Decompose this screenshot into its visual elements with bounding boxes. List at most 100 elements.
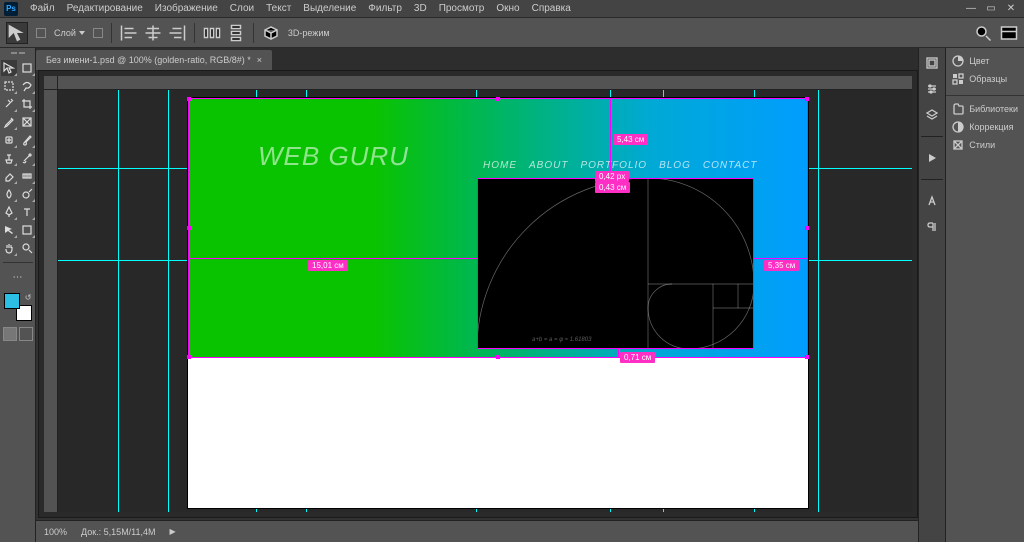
selection-handle[interactable]	[805, 355, 809, 359]
guide[interactable]	[818, 90, 819, 512]
lasso-tool[interactable]	[19, 78, 35, 94]
swap-colors-icon[interactable]: ↺	[25, 293, 32, 302]
transform-controls-checkbox[interactable]	[93, 28, 103, 38]
history-brush-tool[interactable]	[19, 150, 35, 166]
menu-filter[interactable]: Фильтр	[362, 1, 408, 16]
doc-info[interactable]: Док.: 5,15M/11,4M	[81, 527, 156, 537]
crop-tool[interactable]	[19, 96, 35, 112]
auto-select-checkbox[interactable]	[36, 28, 46, 38]
selection-handle[interactable]	[805, 97, 809, 101]
brush-tool[interactable]	[19, 132, 35, 148]
play-icon[interactable]	[923, 149, 941, 167]
distribute-controls	[203, 24, 245, 42]
clone-stamp-tool[interactable]	[1, 150, 17, 166]
gradient-tool[interactable]	[19, 168, 35, 184]
selection-handle[interactable]	[187, 226, 191, 230]
menu-file[interactable]: Файл	[24, 1, 61, 16]
nav-blog: BLOG	[659, 160, 691, 171]
selection-handle[interactable]	[187, 355, 191, 359]
guide[interactable]	[118, 90, 119, 512]
zoom-level[interactable]: 100%	[44, 527, 67, 537]
panel-adjustments[interactable]: Коррекция	[946, 118, 1024, 136]
frame-tool[interactable]	[19, 114, 35, 130]
site-logo-text: WEB GURU	[258, 141, 409, 172]
menu-window[interactable]: Окно	[490, 1, 525, 16]
text-tool[interactable]	[19, 204, 35, 220]
menu-layers[interactable]: Слои	[224, 1, 260, 16]
layers-panel-icon[interactable]	[923, 106, 941, 124]
panel-libraries[interactable]: Библиотеки	[946, 100, 1024, 118]
3d-mode-icon[interactable]	[262, 24, 280, 42]
nav-home: HOME	[483, 160, 517, 171]
distribute-v-icon[interactable]	[227, 24, 245, 42]
selection-handle[interactable]	[496, 97, 500, 101]
document-tab[interactable]: Без имени-1.psd @ 100% (golden-ratio, RG…	[36, 50, 272, 70]
selection-handle[interactable]	[187, 97, 191, 101]
hand-tool[interactable]	[1, 240, 17, 256]
blur-tool[interactable]	[1, 186, 17, 202]
align-left-icon[interactable]	[120, 24, 138, 42]
current-tool-icon[interactable]	[6, 22, 28, 44]
magic-wand-tool[interactable]	[1, 96, 17, 112]
guide[interactable]	[168, 90, 169, 512]
healing-brush-tool[interactable]	[1, 132, 17, 148]
nav-contact: CONTACT	[703, 160, 758, 171]
edit-toolbar-button[interactable]: ⋯	[3, 269, 33, 285]
hero-image: a+b = a = φ ≈ 1.61803	[477, 178, 754, 349]
properties-panel-icon[interactable]	[923, 80, 941, 98]
history-panel-icon[interactable]	[923, 54, 941, 72]
smart-guide	[188, 258, 477, 259]
align-right-icon[interactable]	[168, 24, 186, 42]
align-center-icon[interactable]	[144, 24, 162, 42]
pen-tool[interactable]	[1, 204, 17, 220]
quick-mask-toggle[interactable]	[3, 327, 33, 341]
panel-label: Образцы	[969, 74, 1007, 84]
panel-label: Цвет	[969, 56, 989, 66]
selection-handle[interactable]	[805, 226, 809, 230]
path-selection-tool[interactable]	[1, 222, 17, 238]
app-logo: Ps	[4, 2, 18, 16]
nav-about: ABOUT	[529, 160, 568, 171]
character-panel-icon[interactable]	[923, 192, 941, 210]
maximize-button[interactable]: ▭	[986, 3, 996, 14]
menu-help[interactable]: Справка	[526, 1, 577, 16]
menu-3d[interactable]: 3D	[408, 1, 433, 16]
selection-handle[interactable]	[496, 355, 500, 359]
window-controls: — ▭ ✕	[966, 3, 1020, 14]
canvas-area: WEB GURU HOME ABOUT PORTFOLIO BLOG CONTA…	[44, 76, 912, 512]
ruler-vertical[interactable]	[44, 90, 58, 512]
eraser-tool[interactable]	[1, 168, 17, 184]
close-button[interactable]: ✕	[1006, 3, 1016, 14]
search-icon[interactable]	[974, 24, 992, 42]
panel-color[interactable]: Цвет	[946, 52, 1024, 70]
menu-image[interactable]: Изображение	[149, 1, 224, 16]
site-nav: HOME ABOUT PORTFOLIO BLOG CONTACT	[483, 160, 757, 171]
ruler-origin[interactable]	[44, 76, 58, 90]
align-controls	[120, 24, 186, 42]
minimize-button[interactable]: —	[966, 3, 976, 14]
color-swatches[interactable]: ↺	[4, 293, 32, 321]
foreground-swatch[interactable]	[4, 293, 20, 309]
close-tab-icon[interactable]: ×	[257, 55, 262, 65]
marquee-tool[interactable]	[1, 78, 17, 94]
status-chevron-icon[interactable]: ▶	[170, 527, 176, 536]
zoom-tool[interactable]	[19, 240, 35, 256]
eyedropper-tool[interactable]	[1, 114, 17, 130]
menu-text[interactable]: Текст	[260, 1, 297, 16]
paragraph-panel-icon[interactable]	[923, 218, 941, 236]
ruler-horizontal[interactable]	[58, 76, 912, 90]
workspace-icon[interactable]	[1000, 24, 1018, 42]
menu-view[interactable]: Просмотр	[433, 1, 491, 16]
shape-tool[interactable]	[19, 222, 35, 238]
viewport[interactable]: WEB GURU HOME ABOUT PORTFOLIO BLOG CONTA…	[58, 90, 912, 512]
move-tool[interactable]	[1, 60, 17, 76]
panel-swatches[interactable]: Образцы	[946, 70, 1024, 88]
toolbox-grip[interactable]	[3, 52, 33, 58]
artboard-tool[interactable]	[19, 60, 35, 76]
menu-edit[interactable]: Редактирование	[61, 1, 149, 16]
menu-select[interactable]: Выделение	[297, 1, 362, 16]
panel-styles[interactable]: Стили	[946, 136, 1024, 154]
layer-dropdown[interactable]: Слой	[54, 28, 85, 38]
distribute-h-icon[interactable]	[203, 24, 221, 42]
dodge-tool[interactable]	[19, 186, 35, 202]
